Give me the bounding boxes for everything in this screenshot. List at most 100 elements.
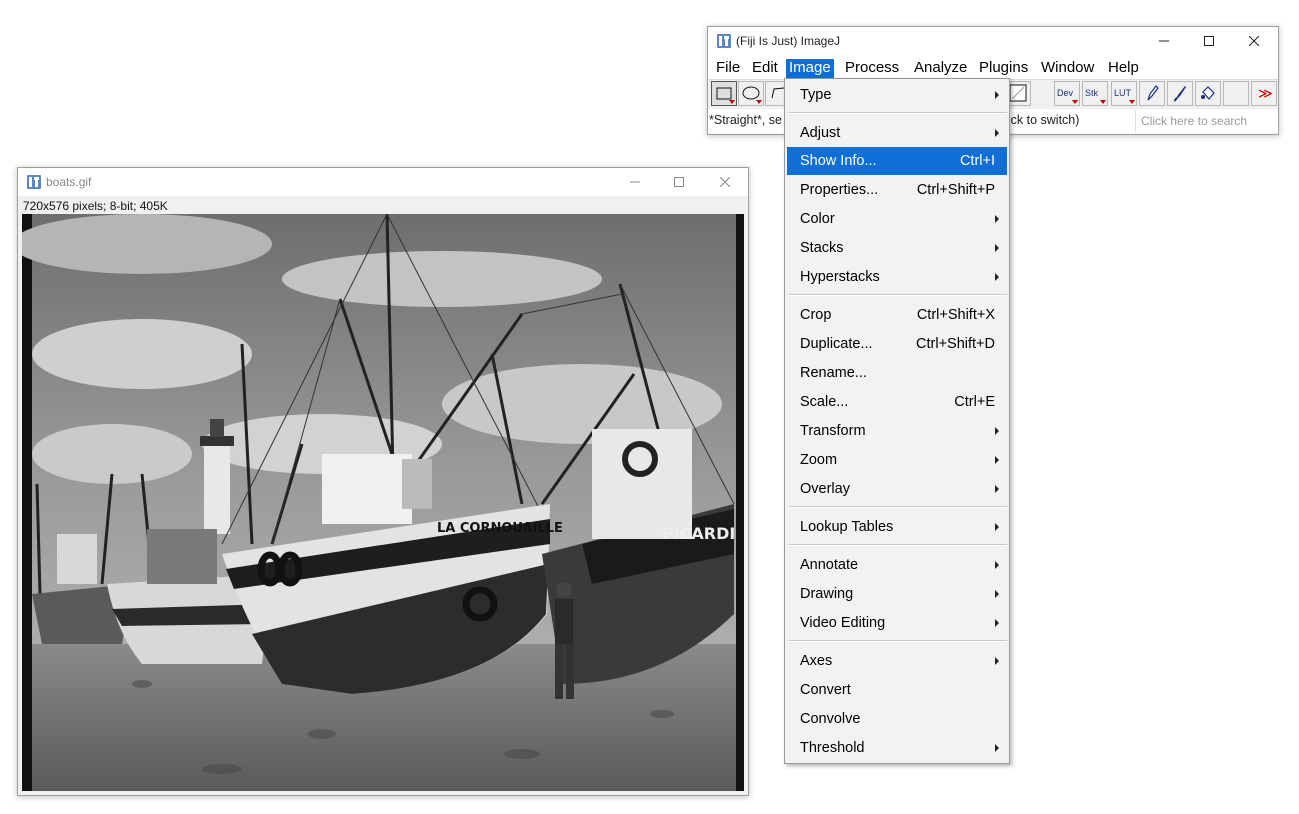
menu-item-shortcut: Ctrl+Shift+X	[916, 307, 995, 323]
image-canvas[interactable]: LA CORNOUAILLE PICARDIE	[22, 214, 744, 791]
window-title: boats.gif	[46, 175, 92, 189]
status-text: *Straight*, se	[709, 113, 782, 127]
menu-file[interactable]: File	[713, 59, 743, 78]
polygon-tool[interactable]	[765, 81, 785, 106]
submenu-arrow-icon	[995, 456, 999, 464]
menu-item-label: Drawing	[800, 586, 854, 602]
menu-item-label: Video Editing	[800, 615, 886, 631]
stack-menu-tool[interactable]: Stk	[1082, 81, 1108, 106]
submenu-arrow-icon	[995, 129, 999, 137]
submenu-arrow-icon	[995, 561, 999, 569]
paintbrush-icon	[1174, 86, 1186, 102]
menu-item-label: Stacks	[800, 240, 844, 256]
menu-item-drawing[interactable]: Drawing	[787, 580, 1007, 608]
dev-label: Dev	[1057, 88, 1074, 98]
bucket-icon	[1201, 86, 1215, 100]
stk-label: Stk	[1085, 88, 1099, 98]
menu-process[interactable]: Process	[842, 59, 902, 78]
menu-item-duplicate[interactable]: Duplicate... Ctrl+Shift+D	[787, 330, 1007, 358]
oval-tool[interactable]	[738, 81, 764, 106]
boats-titlebar[interactable]: boats.gif	[18, 168, 748, 196]
menu-item-adjust[interactable]: Adjust	[787, 119, 1007, 147]
menu-plugins[interactable]: Plugins	[976, 59, 1031, 78]
boats-photo: LA CORNOUAILLE PICARDIE	[22, 214, 744, 791]
lut-menu-tool[interactable]: LUT	[1111, 81, 1137, 106]
menu-item-shortcut: Ctrl+Shift+D	[916, 336, 995, 352]
submenu-arrow-icon	[995, 427, 999, 435]
search-field[interactable]: Click here to search	[1135, 110, 1277, 132]
paintbrush-tool[interactable]	[1167, 81, 1193, 106]
menu-item-label: Color	[800, 211, 835, 227]
menu-separator	[789, 544, 1007, 546]
menu-image[interactable]: Image	[786, 59, 834, 78]
menu-item-crop[interactable]: Crop Ctrl+Shift+X	[787, 301, 1007, 329]
menu-item-label: Annotate	[800, 557, 859, 573]
menu-item-convert[interactable]: Convert	[787, 676, 1007, 704]
menu-item-shortcut: Ctrl+Shift+P	[916, 182, 995, 198]
menu-item-label: Threshold	[800, 740, 865, 756]
menu-bar: File Edit Image Process Analyze Plugins …	[708, 55, 1278, 79]
menu-item-zoom[interactable]: Zoom	[787, 446, 1007, 474]
lut-label: LUT	[1114, 88, 1132, 98]
boats-image-window[interactable]: boats.gif 720x576 pixels; 8-bit; 405K LA…	[17, 167, 749, 796]
rectangle-tool[interactable]	[711, 81, 737, 106]
maximize-button[interactable]	[664, 172, 694, 192]
menu-item-label: Lookup Tables	[800, 519, 894, 535]
menu-separator	[789, 112, 1007, 114]
menu-item-rename[interactable]: Rename...	[787, 359, 1007, 387]
pencil-tool[interactable]	[1139, 81, 1165, 106]
submenu-arrow-icon	[995, 215, 999, 223]
menu-item-label: Crop	[800, 307, 832, 323]
empty-tool-slot	[1223, 81, 1249, 106]
polygon-icon	[771, 87, 785, 99]
minimize-button[interactable]	[1149, 31, 1179, 51]
menu-item-label: Scale...	[800, 394, 849, 410]
submenu-arrow-icon	[995, 244, 999, 252]
menu-item-label: Convert	[800, 682, 851, 698]
menu-item-properties[interactable]: Properties... Ctrl+Shift+P	[787, 176, 1007, 204]
developer-menu-tool[interactable]: Dev	[1054, 81, 1080, 106]
menu-item-label: Convolve	[800, 711, 861, 727]
flood-fill-tool[interactable]	[1195, 81, 1221, 106]
menu-analyze[interactable]: Analyze	[911, 59, 970, 78]
more-tools-button[interactable]: ≫	[1251, 81, 1277, 106]
menu-help[interactable]: Help	[1105, 59, 1142, 78]
submenu-arrow-icon	[995, 523, 999, 531]
maximize-button[interactable]	[1194, 31, 1224, 51]
menu-item-lookup-tables[interactable]: Lookup Tables	[787, 513, 1007, 541]
window-title: (Fiji Is Just) ImageJ	[736, 34, 841, 48]
menu-item-show-info[interactable]: Show Info... Ctrl+I	[787, 147, 1007, 175]
menu-item-hyperstacks[interactable]: Hyperstacks	[787, 263, 1007, 291]
menu-item-label: Zoom	[800, 452, 838, 468]
boat-name-text: LA CORNOUAILLE	[437, 521, 563, 536]
imagej-titlebar[interactable]: (Fiji Is Just) ImageJ	[708, 27, 1278, 55]
menu-item-annotate[interactable]: Annotate	[787, 551, 1007, 579]
menu-item-video-editing[interactable]: Video Editing	[787, 609, 1007, 637]
menu-item-label: Adjust	[800, 125, 841, 141]
submenu-arrow-icon	[995, 619, 999, 627]
menu-item-color[interactable]: Color	[787, 205, 1007, 233]
menu-item-axes[interactable]: Axes	[787, 647, 1007, 675]
menu-separator	[789, 640, 1007, 642]
menu-item-label: Hyperstacks	[800, 269, 880, 285]
menu-item-label: Show Info...	[800, 153, 877, 169]
imagej-app-icon	[27, 175, 41, 189]
double-chevron-icon: ≫	[1258, 85, 1273, 101]
menu-item-transform[interactable]: Transform	[787, 417, 1007, 445]
close-button[interactable]	[710, 172, 740, 192]
menu-window[interactable]: Window	[1038, 59, 1097, 78]
menu-item-convolve[interactable]: Convolve	[787, 705, 1007, 733]
imagej-app-icon	[717, 34, 731, 48]
pencil-icon	[1147, 85, 1159, 101]
minimize-button[interactable]	[620, 172, 650, 192]
menu-item-stacks[interactable]: Stacks	[787, 234, 1007, 262]
menu-edit[interactable]: Edit	[749, 59, 781, 78]
menu-separator	[789, 294, 1007, 296]
menu-item-type[interactable]: Type	[787, 81, 1007, 109]
menu-item-threshold[interactable]: Threshold	[787, 734, 1007, 762]
menu-item-overlay[interactable]: Overlay	[787, 475, 1007, 503]
menu-item-label: Type	[800, 87, 832, 103]
menu-item-scale[interactable]: Scale... Ctrl+E	[787, 388, 1007, 416]
submenu-arrow-icon	[995, 273, 999, 281]
close-button[interactable]	[1239, 31, 1269, 51]
